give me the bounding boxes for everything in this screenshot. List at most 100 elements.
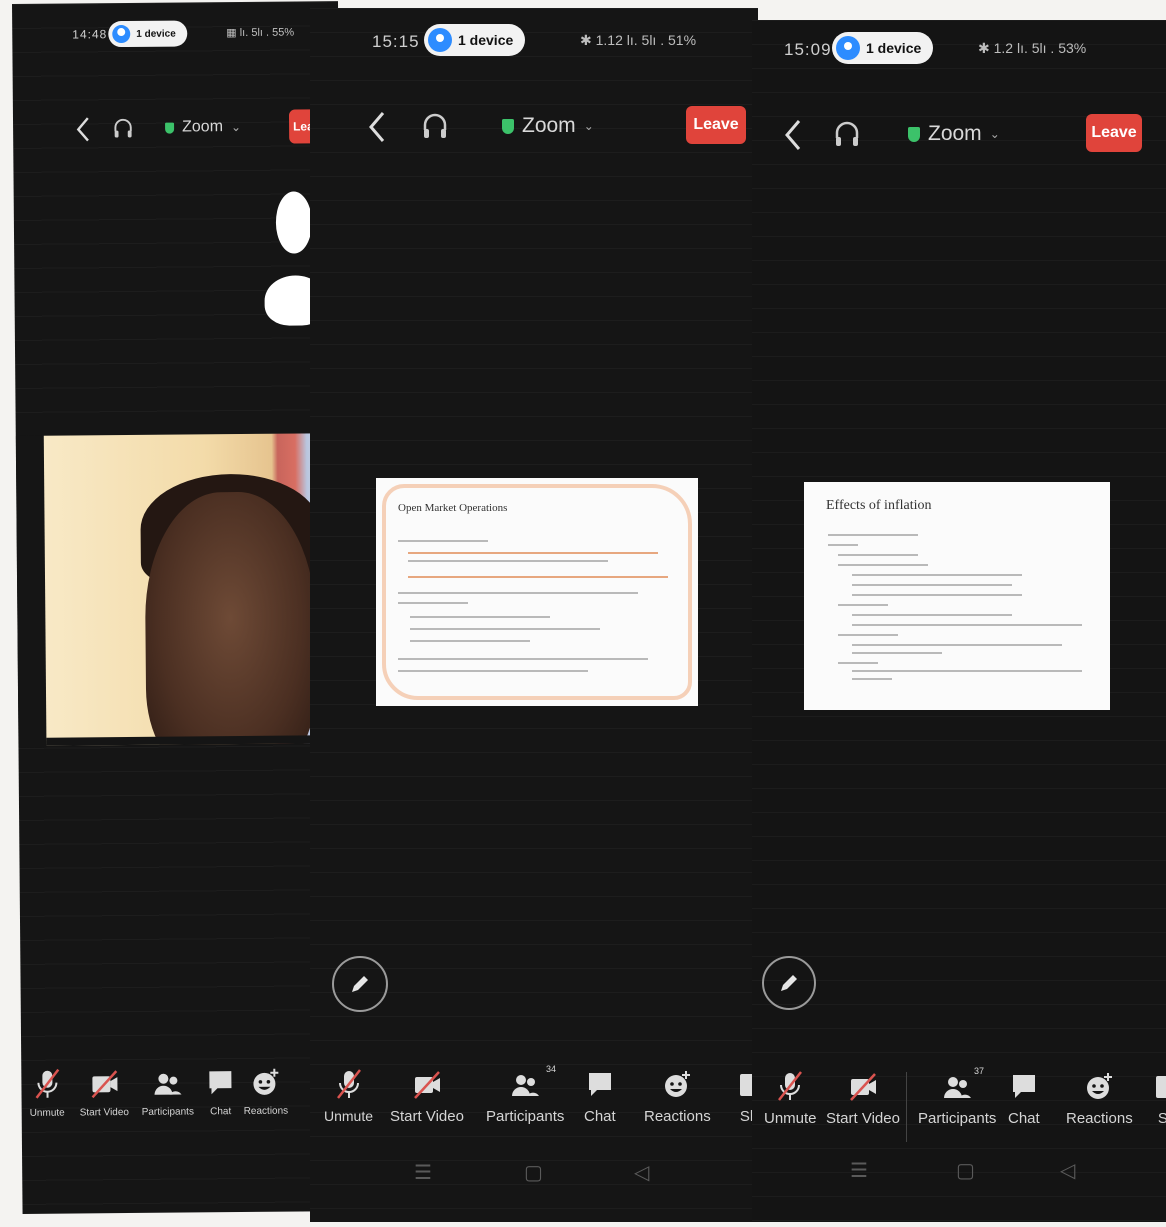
status-indicators: ✱ 1.12 lı. 5lı . 51% bbox=[580, 32, 697, 48]
share-label: St bbox=[1157, 1110, 1166, 1127]
reactions-label: Reactions bbox=[1066, 1110, 1133, 1127]
device-icon bbox=[836, 36, 860, 60]
chat-icon bbox=[209, 1071, 232, 1095]
headphones-icon[interactable] bbox=[834, 120, 860, 150]
meeting-header: Zoom ⌄ Leave bbox=[752, 106, 1166, 176]
device-label: 1 device bbox=[136, 28, 176, 40]
participants-button[interactable]: 34 Participants bbox=[486, 1064, 565, 1125]
meeting-toolbar: Unmute Start Video Participants Chat Rea… bbox=[21, 1065, 348, 1148]
reactions-icon bbox=[665, 1071, 691, 1097]
back-icon[interactable] bbox=[366, 110, 388, 144]
chevron-down-icon: ⌄ bbox=[230, 120, 242, 135]
annotate-button[interactable] bbox=[332, 956, 388, 1012]
shield-icon bbox=[502, 118, 514, 134]
device-badge[interactable]: 1 device bbox=[108, 20, 188, 48]
pencil-icon bbox=[352, 976, 368, 992]
back-nav-icon[interactable]: ◁ bbox=[1060, 1158, 1075, 1183]
unmute-button[interactable]: Unmute bbox=[324, 1068, 373, 1124]
device-badge[interactable]: 1 device bbox=[832, 32, 934, 64]
chat-button[interactable]: Chat bbox=[584, 1068, 616, 1125]
chat-label: Chat bbox=[210, 1106, 232, 1118]
back-icon[interactable] bbox=[782, 118, 804, 152]
unmute-button[interactable]: Unmute bbox=[764, 1070, 817, 1127]
device-label: 1 device bbox=[458, 32, 514, 48]
participants-icon bbox=[154, 1073, 182, 1095]
zoom-screen-2: 15:15 1 device ✱ 1.12 lı. 5lı . 51% Zoom… bbox=[310, 8, 758, 1222]
participants-icon bbox=[512, 1075, 540, 1096]
shield-icon bbox=[165, 122, 175, 134]
status-indicators: ▦ lı. 5lı . 55% bbox=[226, 26, 295, 40]
status-bar: 14:48 1 device ▦ lı. 5lı . 55% bbox=[12, 1, 339, 66]
status-bar: 15:15 1 device ✱ 1.12 lı. 5lı . 51% bbox=[310, 8, 758, 70]
meeting-title[interactable]: Zoom ⌄ bbox=[908, 122, 1000, 146]
shared-slide[interactable]: Open Market Operations bbox=[376, 478, 698, 706]
mic-muted-icon bbox=[35, 1068, 59, 1099]
start-video-button[interactable]: Start Video bbox=[79, 1067, 129, 1118]
start-video-button[interactable]: Start Video bbox=[390, 1068, 464, 1125]
participants-label: Participants bbox=[141, 1106, 194, 1118]
participants-icon bbox=[944, 1077, 972, 1098]
chat-button[interactable]: Chat bbox=[1008, 1070, 1040, 1127]
unmute-button[interactable]: Unmute bbox=[29, 1068, 65, 1119]
meeting-title-text: Zoom bbox=[182, 118, 224, 136]
unmute-label: Unmute bbox=[764, 1110, 817, 1127]
participants-label: Participants bbox=[486, 1108, 565, 1125]
mic-muted-icon bbox=[778, 1071, 803, 1101]
home-icon[interactable]: ▢ bbox=[524, 1160, 543, 1185]
home-icon[interactable]: ▢ bbox=[956, 1158, 975, 1183]
leave-button[interactable]: Leave bbox=[1086, 114, 1142, 152]
chat-label: Chat bbox=[584, 1108, 616, 1125]
back-icon[interactable] bbox=[75, 115, 91, 143]
participant-face bbox=[144, 491, 317, 746]
start-video-button[interactable]: Start Video bbox=[826, 1070, 900, 1127]
video-off-icon bbox=[850, 1073, 876, 1101]
participants-button[interactable]: 37 Participants bbox=[918, 1066, 996, 1127]
pencil-icon bbox=[781, 975, 797, 991]
headphones-icon[interactable] bbox=[422, 112, 448, 142]
status-time: 15:15 bbox=[372, 32, 420, 51]
meeting-title-text: Zoom bbox=[522, 114, 576, 137]
meeting-title[interactable]: Zoom ⌄ bbox=[502, 114, 594, 138]
android-nav-bar: ☰ ▢ ◁ bbox=[310, 1158, 758, 1198]
device-icon bbox=[428, 28, 452, 52]
share-icon bbox=[1156, 1076, 1166, 1098]
device-icon bbox=[112, 24, 131, 44]
reactions-button[interactable]: Reactions bbox=[644, 1068, 711, 1125]
slide-title: Open Market Operations bbox=[398, 502, 508, 514]
back-nav-icon[interactable]: ◁ bbox=[634, 1160, 649, 1185]
meeting-title[interactable]: Zoom ⌄ bbox=[165, 118, 241, 137]
slide-title: Effects of inflation bbox=[826, 498, 932, 513]
recents-icon[interactable]: ☰ bbox=[414, 1160, 432, 1185]
chevron-down-icon: ⌄ bbox=[989, 127, 1000, 141]
reactions-button[interactable]: Reactions bbox=[243, 1066, 288, 1117]
participant-count: 34 bbox=[546, 1064, 557, 1074]
participants-button[interactable]: Participants bbox=[141, 1066, 194, 1118]
zoom-screen-3: 15:09 1 device ✱ 1.2 lı. 5lı . 53% Zoom … bbox=[752, 20, 1166, 1222]
device-badge[interactable]: 1 device bbox=[424, 24, 526, 56]
zoom-screen-1: 14:48 1 device ▦ lı. 5lı . 55% Zoom ⌄ Le… bbox=[12, 1, 349, 1214]
share-button[interactable]: St bbox=[1150, 1070, 1166, 1127]
meeting-title-text: Zoom bbox=[928, 122, 982, 145]
video-off-icon bbox=[414, 1071, 440, 1099]
meeting-toolbar: Unmute Start Video 37 Participants Chat … bbox=[752, 1066, 1166, 1150]
participant-video[interactable] bbox=[43, 433, 339, 746]
reactions-label: Reactions bbox=[644, 1108, 711, 1125]
video-off-icon bbox=[91, 1070, 118, 1099]
annotate-button[interactable] bbox=[762, 956, 816, 1010]
start-video-label: Start Video bbox=[826, 1110, 900, 1127]
headphones-icon[interactable] bbox=[113, 117, 133, 141]
chat-icon bbox=[1012, 1075, 1035, 1098]
leave-button[interactable]: Leave bbox=[686, 106, 746, 144]
meeting-header: Zoom ⌄ Leave bbox=[13, 101, 340, 174]
start-video-label: Start Video bbox=[390, 1108, 464, 1125]
reactions-icon bbox=[1087, 1073, 1113, 1099]
chevron-down-icon: ⌄ bbox=[583, 119, 594, 133]
chat-button[interactable]: Chat bbox=[205, 1066, 235, 1117]
shared-slide[interactable]: Effects of inflation bbox=[804, 482, 1110, 710]
android-nav-bar: ☰ ▢ ◁ bbox=[752, 1156, 1166, 1196]
unmute-label: Unmute bbox=[29, 1107, 65, 1119]
reactions-button[interactable]: Reactions bbox=[1066, 1070, 1133, 1127]
recents-icon[interactable]: ☰ bbox=[850, 1158, 868, 1183]
status-time: 15:09 bbox=[784, 40, 832, 59]
start-video-label: Start Video bbox=[79, 1107, 130, 1119]
